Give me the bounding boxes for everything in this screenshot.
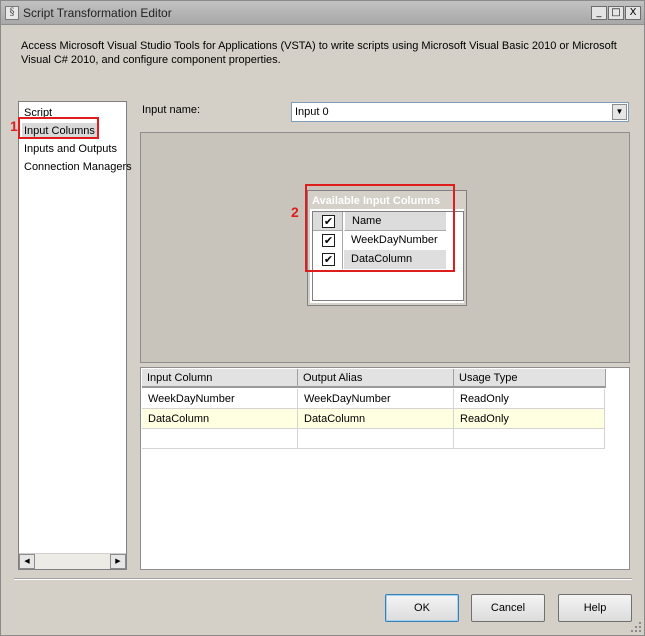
scroll-right-icon[interactable]: ▶ <box>110 554 126 569</box>
input-name-dropdown[interactable]: Input 0 ▼ <box>291 102 629 122</box>
scroll-left-icon[interactable]: ◀ <box>19 554 35 569</box>
resize-grip-icon[interactable] <box>630 621 642 633</box>
annotation-box-available-columns <box>305 184 455 272</box>
ok-button[interactable]: OK <box>385 594 459 622</box>
annotation-marker-1: 1 <box>10 118 18 134</box>
minimize-button[interactable]: _ <box>591 6 607 20</box>
input-name-value: Input 0 <box>295 106 329 118</box>
help-button[interactable]: Help <box>558 594 632 622</box>
output-alias-cell[interactable] <box>298 429 454 449</box>
nav-item-connection-managers[interactable]: Connection Managers <box>24 159 132 175</box>
script-transformation-editor-window: § Script Transformation Editor _ □ X Acc… <box>0 0 645 636</box>
maximize-button[interactable]: □ <box>608 6 624 20</box>
table-row-empty[interactable] <box>142 429 605 449</box>
footer-divider <box>14 578 632 580</box>
nav-horizontal-scrollbar[interactable]: ◀ ▶ <box>19 553 126 569</box>
chevron-down-icon[interactable]: ▼ <box>612 104 627 120</box>
nav-item-inputs-and-outputs[interactable]: Inputs and Outputs <box>24 141 117 157</box>
input-name-label: Input name: <box>142 104 201 116</box>
usage-type-cell[interactable] <box>454 429 605 449</box>
close-button[interactable]: X <box>625 6 641 20</box>
editor-page-nav: Script Input Columns Inputs and Outputs … <box>18 101 132 570</box>
cancel-button[interactable]: Cancel <box>471 594 545 622</box>
table-row[interactable]: DataColumn DataColumn ReadOnly <box>142 409 605 429</box>
grid-header-output-alias[interactable]: Output Alias <box>298 369 454 388</box>
annotation-marker-2: 2 <box>291 204 299 220</box>
input-column-cell[interactable]: DataColumn <box>142 409 298 429</box>
column-mapping-grid: Input Column Output Alias Usage Type Wee… <box>140 367 630 570</box>
input-column-cell[interactable]: WeekDayNumber <box>142 389 298 409</box>
output-alias-cell[interactable]: DataColumn <box>298 409 454 429</box>
grid-header-input-column[interactable]: Input Column <box>142 369 298 388</box>
usage-type-cell[interactable]: ReadOnly <box>454 409 605 429</box>
annotation-box-input-columns <box>18 117 99 139</box>
input-column-cell[interactable] <box>142 429 298 449</box>
output-alias-cell[interactable]: WeekDayNumber <box>298 389 454 409</box>
usage-type-cell[interactable]: ReadOnly <box>454 389 605 409</box>
editor-description: Access Microsoft Visual Studio Tools for… <box>21 40 617 66</box>
table-row[interactable]: WeekDayNumber WeekDayNumber ReadOnly <box>142 389 605 409</box>
grid-header-usage-type[interactable]: Usage Type <box>454 369 606 388</box>
window-title: Script Transformation Editor <box>23 6 172 20</box>
title-bar[interactable]: § Script Transformation Editor _ □ X <box>1 1 644 25</box>
script-icon: § <box>5 6 19 20</box>
